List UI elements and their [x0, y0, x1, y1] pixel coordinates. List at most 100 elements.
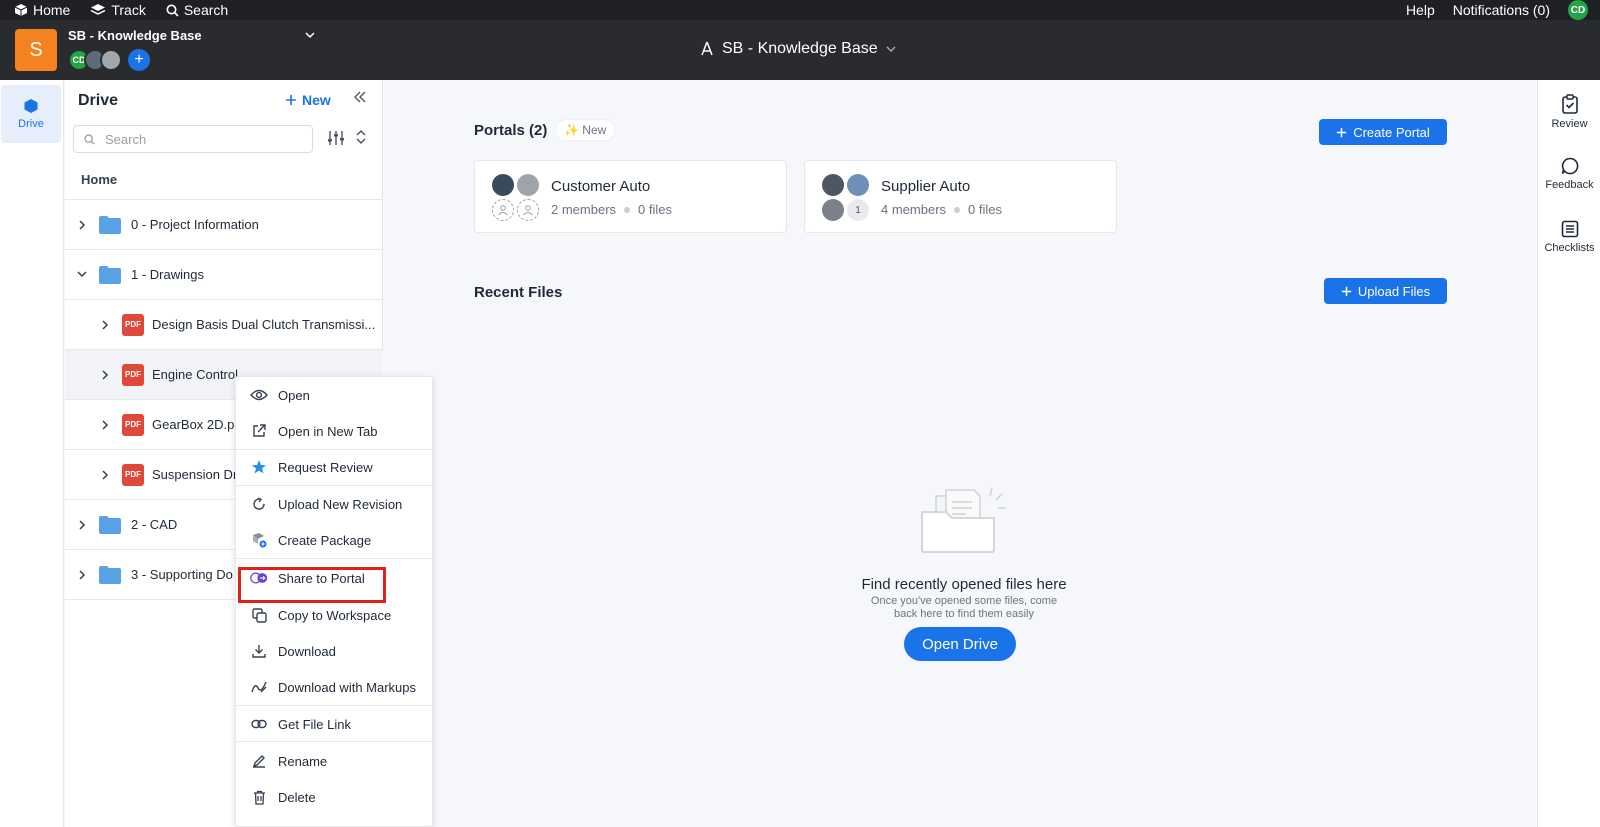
- nav-track-label: Track: [111, 2, 146, 18]
- menu-divider: [236, 485, 434, 486]
- chevron-right-icon[interactable]: [77, 219, 87, 230]
- menu-item-open[interactable]: Open: [236, 378, 434, 412]
- menu-item-label: Open in New Tab: [278, 423, 378, 439]
- project-members[interactable]: CD +: [68, 49, 150, 71]
- chevron-right-icon[interactable]: [100, 319, 110, 330]
- menu-item-label: Download with Markups: [278, 679, 417, 695]
- upload-files-button[interactable]: Upload Files: [1324, 278, 1447, 304]
- project-bar: S SB - Knowledge Base CD + SB - Knowledg…: [0, 20, 1600, 80]
- help-link[interactable]: Help: [1406, 2, 1435, 18]
- chevron-right-icon[interactable]: [100, 419, 110, 430]
- eye-icon: [250, 386, 268, 404]
- workspace-title[interactable]: SB - Knowledge Base: [700, 40, 896, 58]
- portal-members: 4 members: [881, 202, 947, 217]
- menu-item-rename[interactable]: Rename: [236, 744, 434, 778]
- feedback-button[interactable]: Feedback: [1538, 157, 1600, 191]
- folder-icon: [99, 265, 121, 284]
- filter-icon[interactable]: [327, 130, 345, 149]
- search-icon: [166, 4, 179, 17]
- review-label: Review: [1551, 118, 1588, 130]
- menu-divider: [236, 558, 434, 559]
- portal-meta: 4 members 0 files: [881, 202, 1002, 217]
- user-placeholder-icon: [517, 199, 539, 221]
- drive-title: Drive: [78, 92, 119, 109]
- download-icon: [250, 642, 268, 660]
- menu-item-open-new-tab[interactable]: Open in New Tab: [236, 414, 434, 448]
- pdf-icon: PDF: [122, 413, 144, 436]
- chevron-right-icon[interactable]: [77, 569, 87, 580]
- menu-item-request-review[interactable]: Request Review: [236, 450, 434, 484]
- right-rail: Review Feedback Checklists: [1537, 80, 1600, 827]
- tree-item-label: Design Basis Dual Clutch Transmissi...: [152, 317, 376, 332]
- menu-item-delete[interactable]: Delete: [236, 780, 434, 814]
- add-member-button[interactable]: +: [128, 49, 150, 71]
- chevron-right-icon[interactable]: [77, 519, 87, 530]
- nav-track[interactable]: Track: [90, 2, 146, 18]
- portal-card[interactable]: Customer Auto 2 members 0 files: [474, 160, 787, 233]
- empty-subtitle: Once you've opened some files, come back…: [870, 595, 1058, 620]
- upload-files-label: Upload Files: [1357, 283, 1431, 299]
- checklists-button[interactable]: Checklists: [1538, 220, 1600, 254]
- notifications-link[interactable]: Notifications (0): [1453, 2, 1550, 18]
- create-portal-button[interactable]: Create Portal: [1319, 119, 1447, 145]
- nav-search[interactable]: Search: [166, 2, 228, 18]
- chevron-down-icon[interactable]: [305, 28, 315, 42]
- portal-files: 0 files: [968, 202, 1002, 217]
- avatar: [822, 174, 844, 196]
- user-avatar[interactable]: CD: [1568, 0, 1588, 20]
- workspace-title-label: SB - Knowledge Base: [722, 40, 878, 57]
- markup-icon: [250, 678, 268, 696]
- chevron-right-icon[interactable]: [100, 369, 110, 380]
- collapse-panel-icon[interactable]: [353, 90, 367, 108]
- nav-home[interactable]: Home: [14, 2, 70, 18]
- menu-item-create-package[interactable]: Create Package: [236, 523, 434, 557]
- portal-name: Supplier Auto: [881, 178, 971, 195]
- plus-icon: [1337, 127, 1347, 137]
- avatar: [517, 174, 539, 196]
- portal-card[interactable]: 1 Supplier Auto 4 members 0 files: [804, 160, 1117, 233]
- menu-item-download[interactable]: Download: [236, 634, 434, 668]
- menu-item-download-markups[interactable]: Download with Markups: [236, 670, 434, 704]
- project-logo[interactable]: S: [15, 29, 57, 71]
- pdf-icon: PDF: [122, 313, 144, 336]
- review-button[interactable]: Review: [1538, 94, 1600, 130]
- sort-icon[interactable]: [355, 129, 367, 148]
- main-content: Portals (2) ✨ New Create Portal Customer…: [384, 80, 1537, 827]
- menu-item-upload-revision[interactable]: Upload New Revision: [236, 487, 434, 521]
- tree-file-row[interactable]: PDF Design Basis Dual Clutch Transmissi.…: [65, 300, 383, 350]
- rail-drive-button[interactable]: Drive: [1, 85, 61, 143]
- avatar: [100, 49, 122, 71]
- portal-meta: 2 members 0 files: [551, 202, 672, 217]
- search-icon: [84, 133, 95, 145]
- menu-divider: [236, 741, 434, 742]
- new-button[interactable]: New: [285, 92, 331, 108]
- pencil-icon: [250, 752, 268, 770]
- cube-icon: [14, 4, 28, 16]
- tree-item-label: 1 - Drawings: [131, 267, 204, 282]
- folder-icon: [99, 565, 121, 584]
- chevron-down-icon[interactable]: [77, 271, 87, 278]
- tree-folder-row[interactable]: 1 - Drawings: [65, 250, 383, 300]
- star-icon: [250, 458, 268, 476]
- tree-folder-row[interactable]: 0 - Project Information: [65, 200, 383, 250]
- external-link-icon: [250, 422, 268, 440]
- project-name[interactable]: SB - Knowledge Base: [68, 28, 202, 43]
- recent-files-title: Recent Files: [474, 284, 563, 301]
- chat-bubble-icon: [1561, 157, 1578, 175]
- menu-item-get-file-link[interactable]: Get File Link: [236, 707, 434, 741]
- tree-item-label: GearBox 2D.pdf: [152, 417, 246, 432]
- rail-drive-label: Drive: [18, 118, 44, 130]
- menu-item-copy-to-workspace[interactable]: Copy to Workspace: [236, 598, 434, 632]
- empty-title: Find recently opened files here: [861, 576, 1067, 593]
- tree-item-label: 3 - Supporting Do: [131, 567, 233, 582]
- new-badge: ✨ New: [555, 119, 616, 141]
- chevron-right-icon[interactable]: [100, 469, 110, 480]
- copy-icon: [250, 606, 268, 624]
- top-nav: Home Track Search Help Notifications (0)…: [0, 0, 1600, 20]
- clipboard-check-icon: [1561, 94, 1578, 114]
- breadcrumb-home[interactable]: Home: [65, 160, 383, 200]
- search-input[interactable]: Search: [73, 125, 313, 153]
- menu-item-label: Create Package: [278, 532, 372, 548]
- package-icon: [250, 531, 268, 549]
- open-drive-button[interactable]: Open Drive: [904, 627, 1016, 661]
